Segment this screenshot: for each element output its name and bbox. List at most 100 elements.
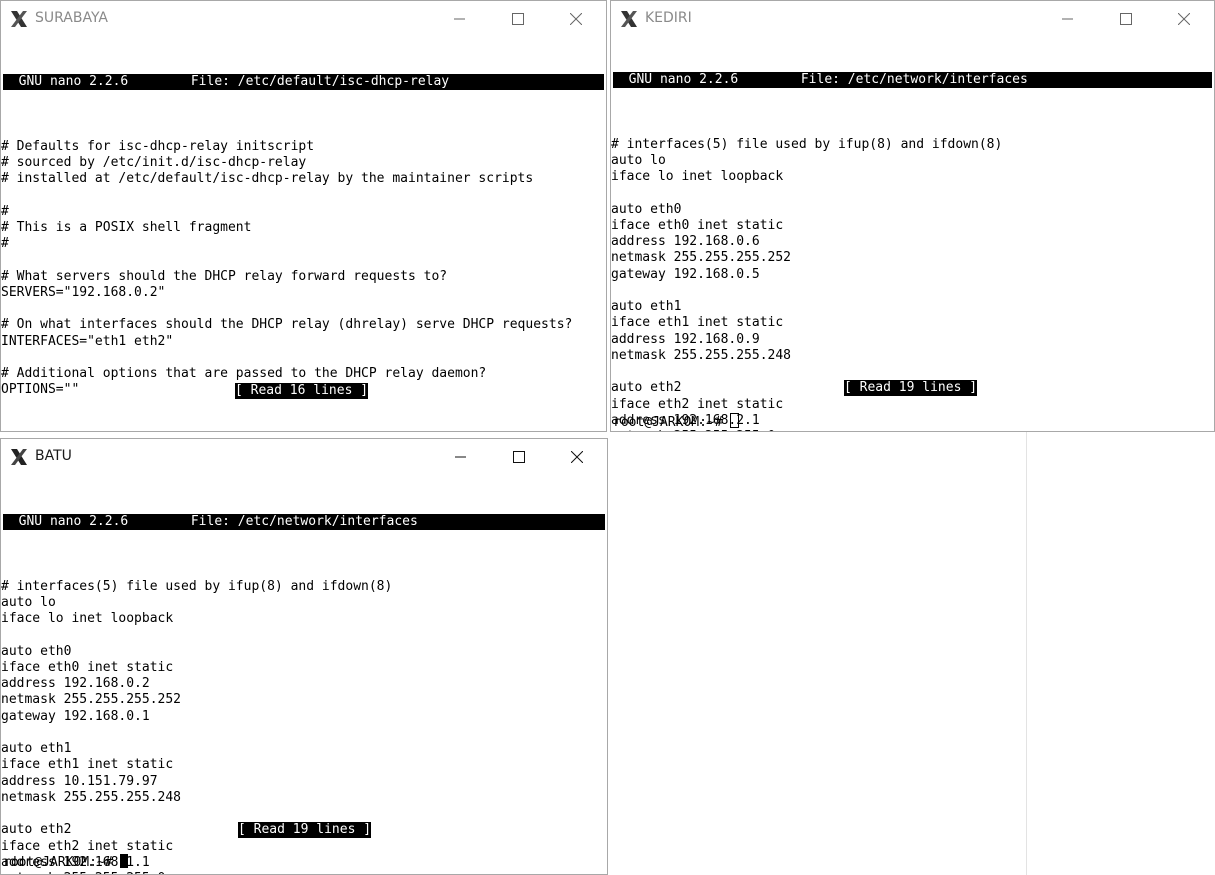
maximize-icon: [513, 451, 525, 463]
maximize-button[interactable]: [490, 439, 548, 475]
file-line: netmask 255.255.255.248: [1, 789, 182, 805]
nano-header: GNU nano 2.2.6 File: /etc/network/interf…: [613, 71, 1212, 88]
file-line: address 192.168.0.2: [1, 676, 150, 691]
xming-logo-icon: [11, 449, 27, 465]
terminal-area[interactable]: GNU nano 2.2.6 File: /etc/network/interf…: [611, 39, 1214, 431]
file-line: # On what interfaces should the DHCP rel…: [1, 317, 573, 333]
file-line: netmask 255.255.255.248: [611, 347, 792, 363]
xming-logo-icon: [621, 11, 637, 27]
file-line: [1, 562, 607, 578]
shell-prompt: root@JARKOM:~#: [3, 855, 121, 870]
file-line: gateway 192.168.0.5: [611, 266, 760, 282]
file-line: iface lo inet loopback: [1, 611, 174, 626]
file-line: netmask 255.255.255.252: [611, 250, 792, 266]
window-title: SURABAYA: [35, 10, 109, 26]
shortcut-item: ^C Cur Pos: [512, 432, 598, 433]
window-title: BATU: [35, 448, 72, 464]
file-line: [1, 350, 606, 366]
nano-header: GNU nano 2.2.6 File: /etc/default/isc-dh…: [3, 73, 604, 90]
file-line: # This is a POSIX shell fragment: [1, 219, 252, 235]
file-line: iface lo inet loopback: [611, 169, 784, 184]
text-cursor-line: [1, 431, 606, 432]
minimize-icon: [455, 456, 466, 458]
file-line: iface eth2 inet static: [611, 396, 784, 412]
file-line: iface eth0 inet static: [611, 217, 784, 233]
shortcut-label: Cut Text: [426, 432, 512, 433]
file-line: [611, 283, 1214, 299]
maximize-button[interactable]: [1097, 1, 1155, 37]
close-icon: [571, 451, 583, 463]
close-button[interactable]: [547, 1, 605, 37]
batu-titlebar[interactable]: BATU: [1, 439, 607, 475]
file-line: address 192.168.0.6: [611, 234, 760, 249]
shortcut-key: ^R: [207, 432, 223, 433]
minimize-button[interactable]: [431, 1, 489, 37]
window-title: KEDIRI: [645, 10, 692, 26]
file-line: netmask 255.255.255.0: [611, 429, 1214, 431]
close-button[interactable]: [1155, 1, 1213, 37]
file-line: netmask 255.255.255.252: [1, 692, 182, 708]
text-cursor: [120, 854, 129, 868]
text-cursor: [730, 413, 740, 428]
shortcut-key: ^Y: [308, 432, 324, 433]
close-icon: [1178, 13, 1190, 25]
shortcut-item: ^O WriteOut: [105, 432, 207, 433]
terminal-area[interactable]: GNU nano 2.2.6 File: /etc/network/interf…: [1, 481, 607, 874]
file-line: [611, 120, 1214, 136]
xming-logo-icon: [11, 11, 27, 27]
shortcut-label: WriteOut: [120, 432, 206, 433]
file-line: gateway 192.168.0.1: [1, 708, 150, 724]
file-line: [611, 364, 1214, 380]
file-line: SERVERS="192.168.0.2": [1, 284, 166, 300]
file-line: [1, 627, 607, 643]
file-line: # interfaces(5) file used by ifup(8) and…: [1, 578, 393, 594]
file-line: # interfaces(5) file used by ifup(8) and…: [611, 136, 1003, 152]
shell-prompt-line[interactable]: root@JARKOM:~#: [613, 413, 740, 429]
file-line: auto eth1: [611, 299, 682, 314]
file-content[interactable]: # Defaults for isc-dhcp-relay initscript…: [1, 122, 606, 398]
status-message: [ Read 19 lines ]: [238, 822, 372, 839]
file-line: #: [1, 203, 9, 219]
file-line: INTERFACES="eth1 eth2": [1, 333, 174, 349]
terminal-area[interactable]: GNU nano 2.2.6 File: /etc/default/isc-dh…: [1, 41, 606, 431]
file-line: [1, 806, 607, 822]
maximize-icon: [1120, 13, 1132, 25]
file-line: auto lo: [1, 594, 56, 610]
minimize-button[interactable]: [432, 439, 490, 475]
shortcut-item: ^K Cut Text: [410, 432, 512, 433]
file-line: auto lo: [611, 152, 666, 168]
file-line: [1, 725, 607, 741]
file-line: [611, 185, 1214, 201]
shortcut-key: ^O: [105, 432, 121, 433]
file-line: iface eth1 inet static: [1, 757, 174, 773]
kediri-window[interactable]: KEDIRI GNU nano 2.2.6 File: /etc/network…: [610, 0, 1215, 432]
shortcut-row-1: ^G Get Help ^O WriteOut ^R Read File ^Y …: [3, 432, 607, 433]
file-line: # Defaults for isc-dhcp-relay initscript: [1, 138, 315, 154]
batu-window[interactable]: BATU GNU nano 2.2.6 File: /etc/network/i…: [0, 438, 608, 875]
file-line: [1, 301, 606, 317]
file-line: [1, 122, 606, 138]
file-line: # Additional options that are passed to …: [1, 366, 487, 381]
status-message: [ Read 19 lines ]: [844, 380, 978, 397]
text-cursor: [1, 431, 10, 432]
shortcut-item: ^G Get Help: [3, 432, 105, 433]
file-line: # sourced by /etc/init.d/isc-dhcp-relay: [1, 154, 307, 170]
minimize-button[interactable]: [1039, 1, 1097, 37]
shortcut-key: ^C: [512, 432, 528, 433]
shortcut-item: ^R Read File: [207, 432, 309, 433]
file-line: iface eth2 inet static: [1, 838, 174, 854]
kediri-titlebar[interactable]: KEDIRI: [611, 1, 1214, 37]
maximize-icon: [512, 13, 524, 25]
surabaya-titlebar[interactable]: SURABAYA: [1, 1, 606, 37]
maximize-button[interactable]: [489, 1, 547, 37]
shell-prompt-line[interactable]: root@JARKOM:~#: [3, 854, 129, 870]
shortcut-label: Prev Page: [324, 432, 410, 433]
file-line: [1, 252, 606, 268]
shortcut-label: Cur Pos: [527, 432, 597, 433]
file-line: netmask 255.255.255.0: [1, 871, 607, 874]
shortcut-label: Get Help: [19, 432, 105, 433]
file-line: auto eth0: [611, 201, 682, 217]
close-button[interactable]: [548, 439, 606, 475]
shortcut-label: Read File: [222, 432, 308, 433]
surabaya-window[interactable]: SURABAYA GNU nano 2.2.6 File: /etc/defau…: [0, 0, 607, 432]
